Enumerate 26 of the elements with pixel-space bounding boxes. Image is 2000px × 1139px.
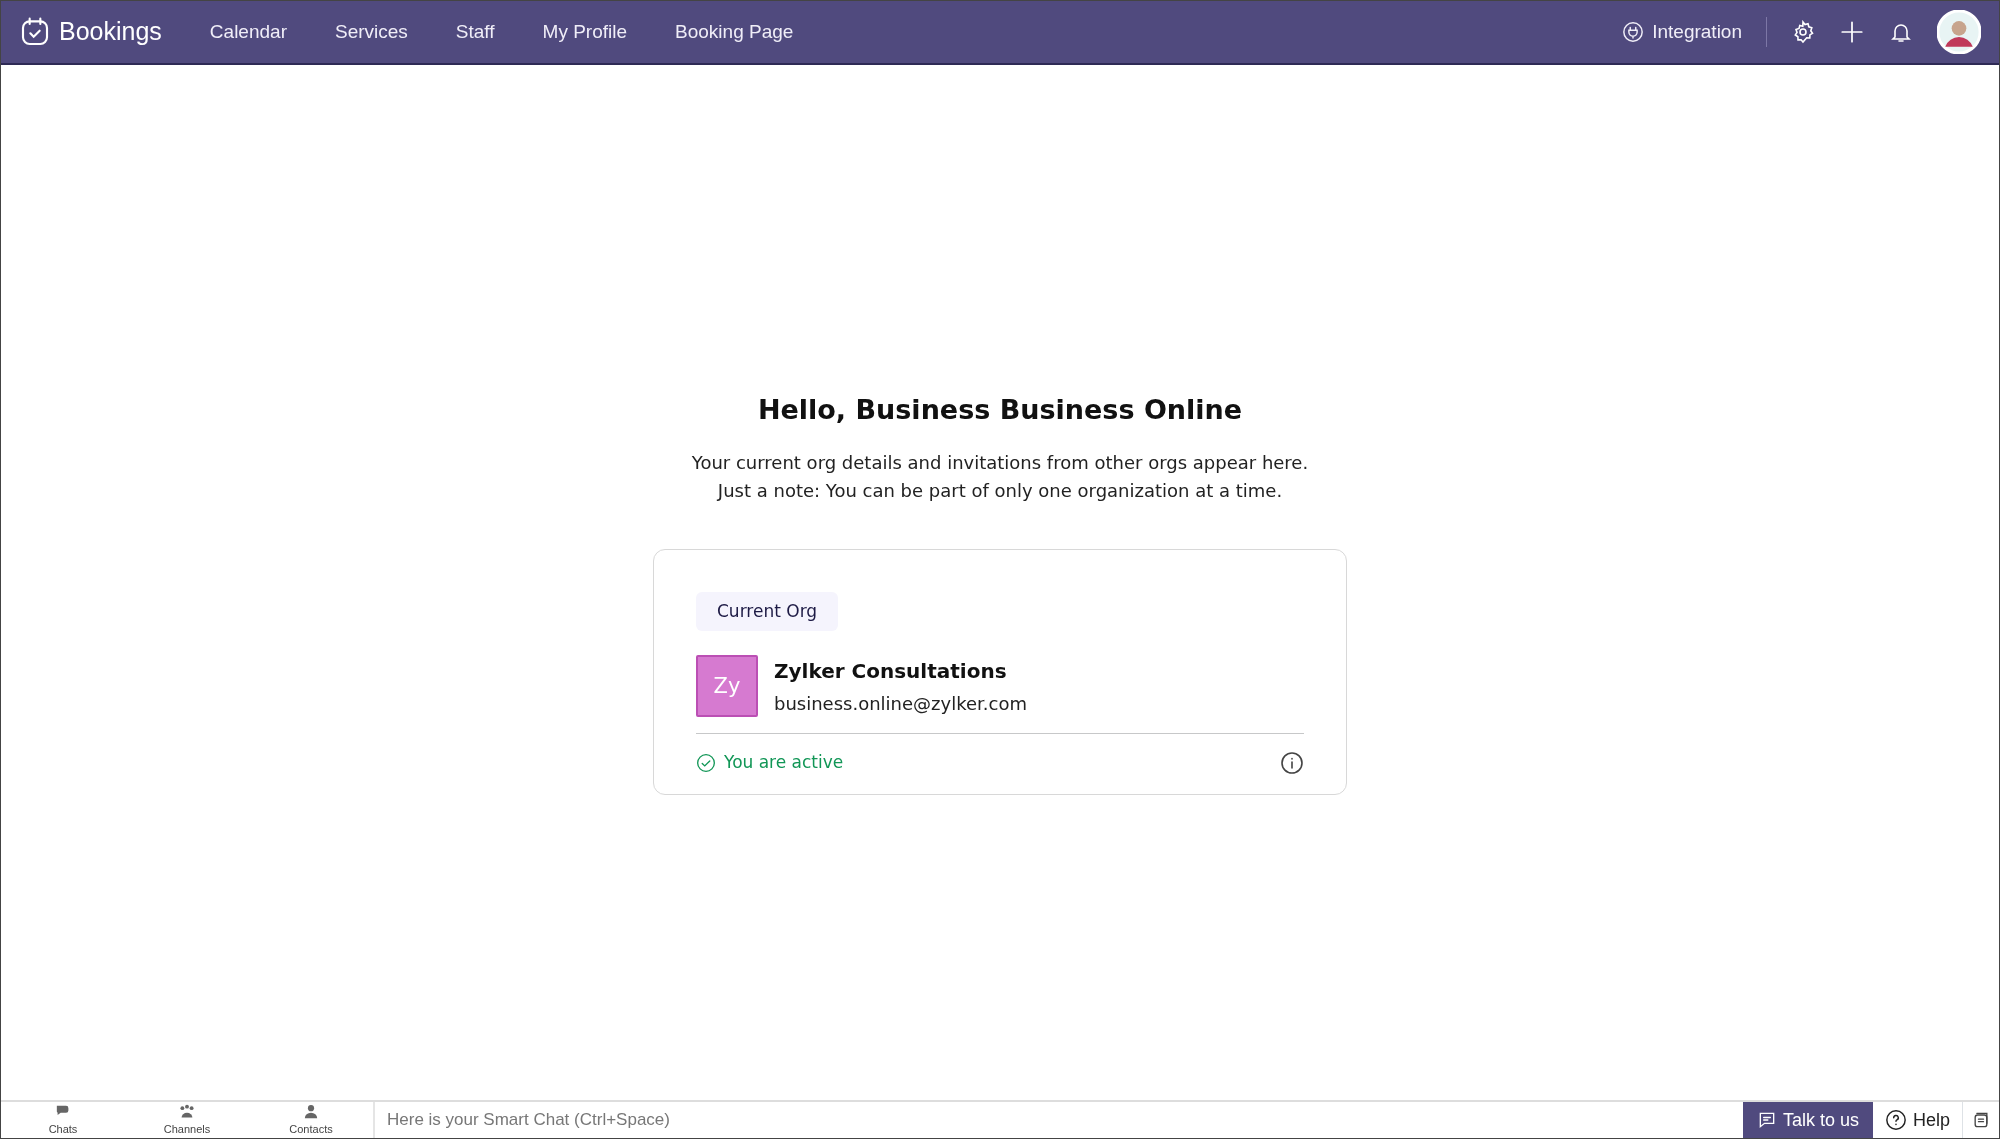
talk-to-us-button[interactable]: Talk to us — [1742, 1102, 1873, 1138]
bottom-tab[interactable]: Chats — [1, 1102, 125, 1138]
bottom-tab[interactable]: Contacts — [249, 1102, 373, 1138]
nav-link[interactable]: Staff — [455, 13, 495, 51]
info-icon[interactable] — [1280, 751, 1304, 775]
org-email: business.online@zylker.com — [774, 691, 1027, 716]
user-avatar[interactable] — [1937, 10, 1981, 54]
nav-link[interactable]: Calendar — [209, 13, 287, 51]
description-text: Just a note: You can be part of only one organization at a time. — [717, 478, 1283, 503]
nav-link[interactable]: Services — [334, 13, 408, 51]
calendar-check-icon[interactable] — [19, 16, 51, 48]
nav-link[interactable]: Booking Page — [675, 13, 794, 51]
add-icon[interactable] — [1839, 19, 1865, 45]
help-icon — [1884, 1109, 1907, 1131]
page-heading: Hello, Business Business Online — [757, 393, 1243, 428]
integration-link[interactable]: Integration — [1622, 13, 1742, 51]
status-text: You are active — [724, 751, 844, 775]
org-name: Zylker Consultations — [774, 657, 1008, 685]
app-logo-text[interactable]: Bookings — [59, 13, 162, 51]
notes-icon[interactable] — [1971, 1110, 1991, 1130]
current-org-tag: Current Org — [696, 591, 839, 632]
plug-icon — [1622, 21, 1645, 43]
nav-link[interactable]: My Profile — [542, 13, 628, 51]
bottom-tab[interactable]: Channels — [125, 1102, 249, 1138]
org-avatar: Zy — [696, 655, 758, 718]
description-text: Your current org details and invitations from other orgs appear here. — [691, 450, 1309, 475]
